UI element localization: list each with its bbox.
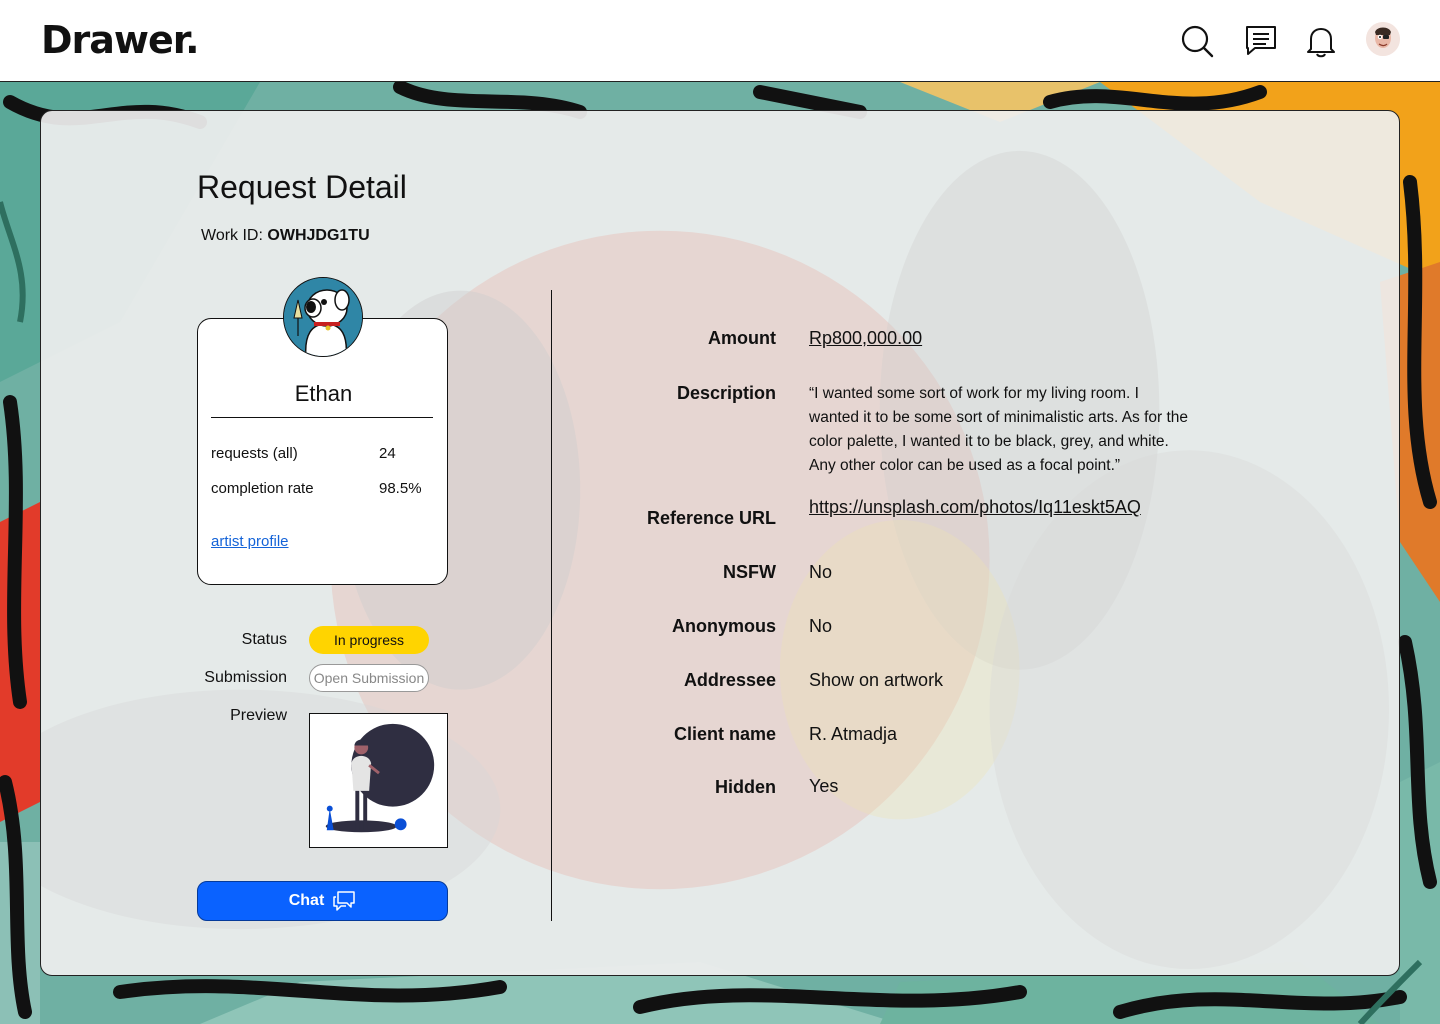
nsfw-label: NSFW (723, 562, 776, 582)
artist-profile-link[interactable]: artist profile (211, 533, 289, 550)
stat-value-requests: 24 (379, 445, 396, 462)
work-id-value: OWHJDG1TU (267, 227, 370, 244)
description-value: “I wanted some sort of work for my livin… (809, 385, 1189, 474)
client-name-label: Client name (673, 724, 776, 744)
open-submission-button[interactable]: Open Submission (309, 664, 429, 692)
vertical-divider (551, 290, 552, 921)
hidden-label: Hidden (715, 777, 776, 797)
preview-label: Preview (230, 707, 287, 724)
top-navigation-bar: Drawer. (0, 0, 1440, 82)
description-label: Description (676, 383, 776, 403)
artist-card: Ethan requests (all) 24 completion rate … (197, 318, 448, 585)
nsfw-value: No (809, 562, 833, 582)
stat-value-completion: 98.5% (379, 480, 422, 497)
amount-value[interactable]: Rp800,000.00 (809, 328, 922, 349)
anonymous-label: Anonymous (671, 616, 776, 636)
amount-label: Amount (708, 328, 776, 348)
search-icon[interactable] (1180, 24, 1214, 58)
artist-avatar (283, 277, 363, 357)
artist-divider (211, 417, 433, 418)
bell-icon[interactable] (1304, 24, 1338, 58)
chat-icon (333, 891, 356, 911)
reference-url-label: Reference URL (646, 508, 776, 528)
work-id: Work ID: OWHJDG1TU (201, 227, 370, 245)
preview-image[interactable] (309, 713, 448, 848)
anonymous-value: No (809, 616, 833, 636)
addressee-value: Show on artwork (809, 670, 944, 690)
page-title: Request Detail (197, 169, 407, 205)
messages-icon[interactable] (1244, 24, 1278, 58)
status-badge: In progress (309, 626, 429, 654)
client-name-value: R. Atmadja (809, 724, 898, 744)
stat-label-completion: completion rate (211, 480, 314, 497)
submission-label: Submission (204, 669, 287, 686)
app-logo[interactable]: Drawer. (41, 18, 200, 62)
request-detail-panel: Request Detail Work ID: OWHJDG1TU Ethan … (40, 110, 1400, 976)
chat-button-label: Chat (288, 892, 325, 909)
reference-url-link[interactable]: https://unsplash.com/photos/Iq11eskt5AQ (809, 495, 1141, 519)
hidden-value: Yes (809, 776, 839, 796)
addressee-label: Addressee (683, 670, 776, 690)
artist-name: Ethan (294, 381, 353, 406)
chat-button[interactable]: Chat (197, 881, 448, 921)
work-id-label: Work ID: (201, 227, 263, 244)
status-label: Status (241, 631, 287, 648)
user-avatar[interactable] (1366, 22, 1400, 56)
stat-label-requests: requests (all) (211, 445, 298, 462)
